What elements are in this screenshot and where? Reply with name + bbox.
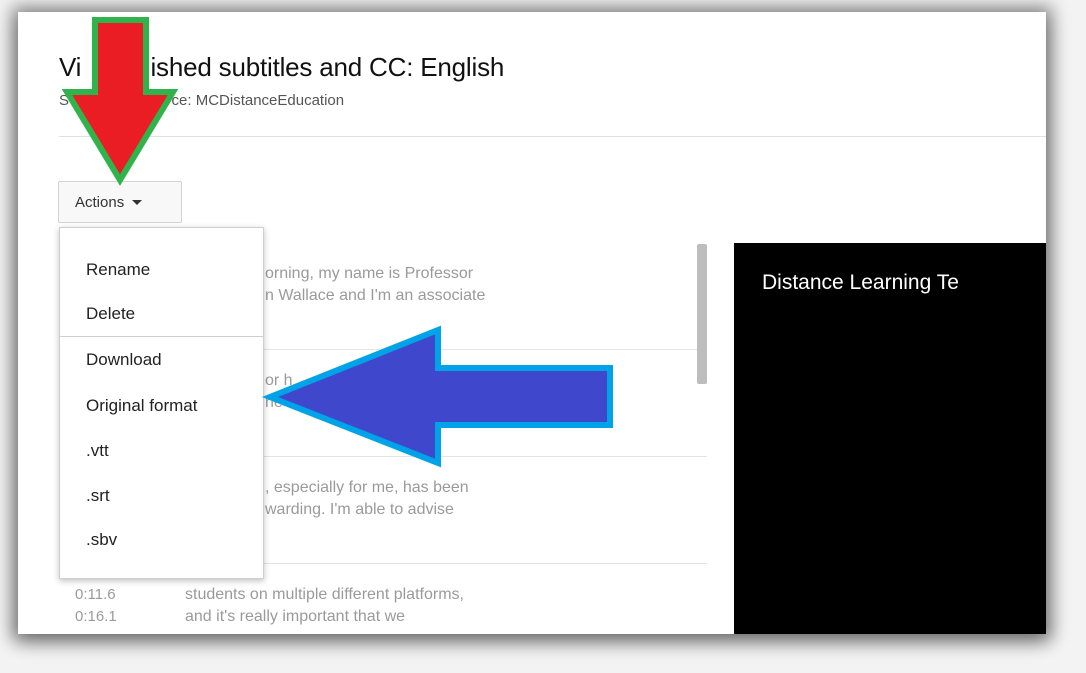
annotation-overlay [61, 17, 613, 468]
red-down-arrow-icon [67, 20, 173, 180]
